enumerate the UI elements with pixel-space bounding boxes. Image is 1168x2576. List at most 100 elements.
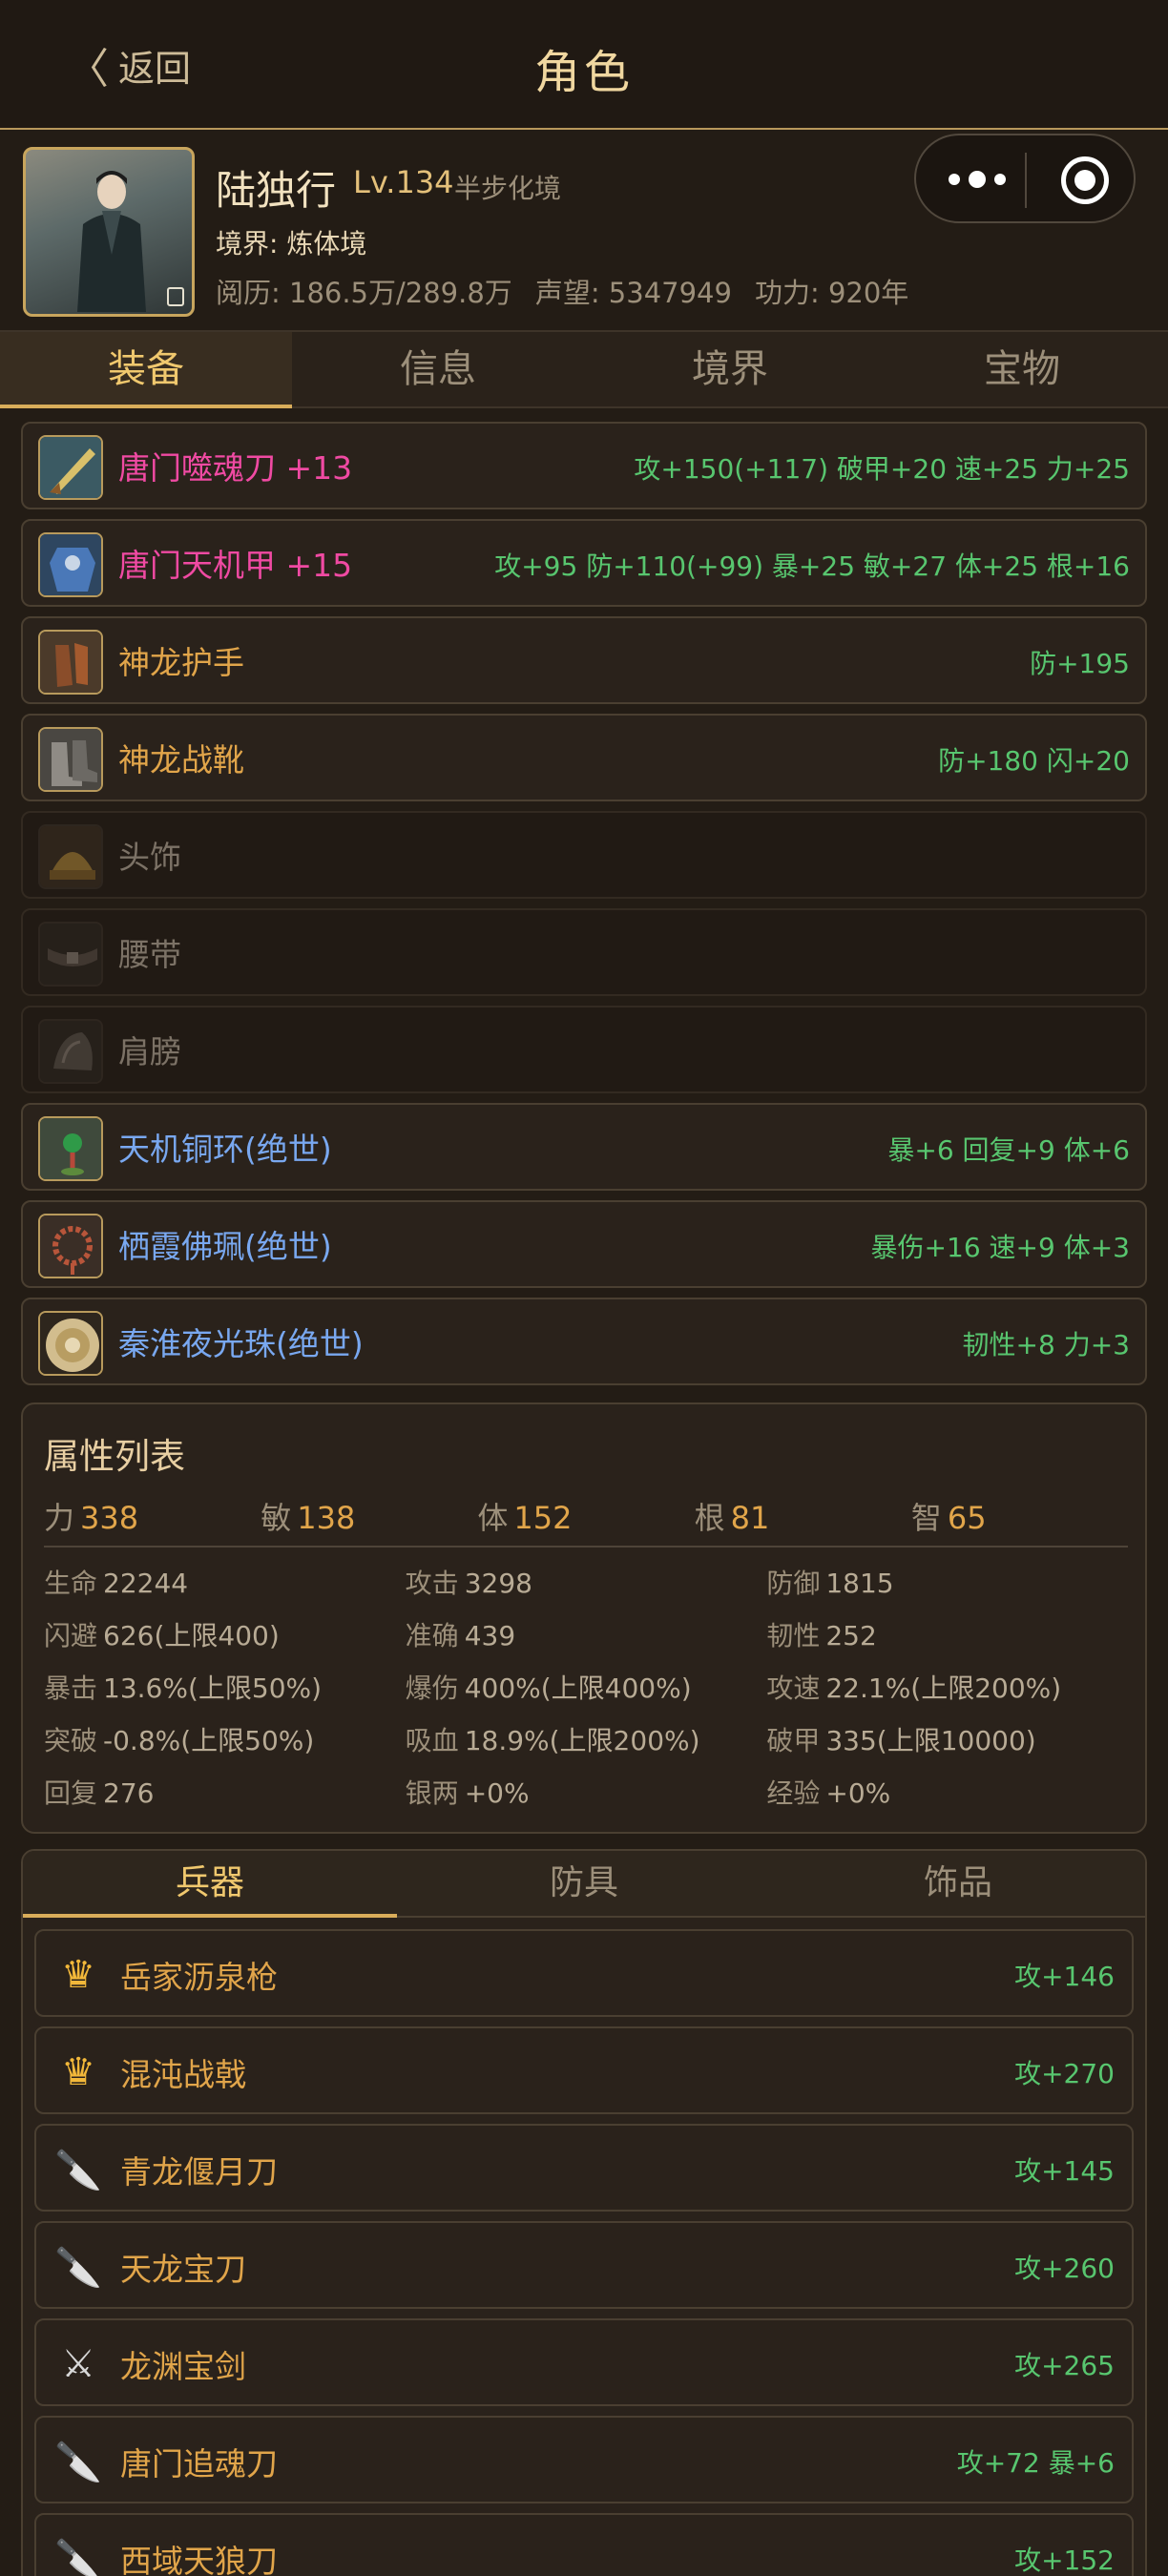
derived-attribute: 防御 1815 xyxy=(766,1563,1128,1615)
inventory-item[interactable]: 🔪 唐门追魂刀 攻+72 暴+6 xyxy=(34,2416,1134,2503)
pearl-icon xyxy=(38,1311,103,1376)
crown-icon: ♛ xyxy=(61,1953,95,1997)
inventory-item[interactable]: ♛ 混沌战戟 攻+270 xyxy=(34,2026,1134,2114)
inventory-item[interactable]: ⚔ 龙渊宝剑 攻+265 xyxy=(34,2318,1134,2406)
equipment-slot-empty[interactable]: 肩膀 xyxy=(21,1006,1147,1093)
equipment-stats: 防+180 闪+20 xyxy=(938,745,1130,777)
attribute-key: 回复 xyxy=(44,1777,98,1809)
attribute-value: 13.6%(上限50%) xyxy=(103,1672,323,1704)
attribute-value: 138 xyxy=(297,1500,356,1536)
item-stats: 攻+270 xyxy=(1014,2058,1115,2089)
attribute-key: 攻速 xyxy=(766,1672,821,1704)
attribute-value: 439 xyxy=(464,1620,516,1652)
attribute-value: 65 xyxy=(947,1500,987,1536)
item-stats: 攻+72 暴+6 xyxy=(956,2447,1115,2479)
tab-realm[interactable]: 境界 xyxy=(584,332,876,406)
equipment-stats: 暴伤+16 速+9 体+3 xyxy=(870,1232,1130,1263)
attribute-key: 银两 xyxy=(405,1777,459,1809)
basic-attribute: 力 338 xyxy=(44,1494,261,1546)
derived-attribute: 爆伤 400%(上限400%) xyxy=(406,1668,767,1720)
equipment-slot[interactable]: 神龙战靴 防+180 闪+20 xyxy=(21,714,1147,801)
attribute-value: 3298 xyxy=(464,1568,532,1599)
derived-attribute: 回复 276 xyxy=(44,1773,406,1825)
profile-stats: 阅历: 186.5万/289.8万 声望: 5347949 功力: 920年 xyxy=(216,271,908,311)
derived-attribute: 生命 22244 xyxy=(44,1563,406,1615)
equipment-name: 天机铜环(绝世) xyxy=(118,1131,332,1168)
attribute-row: 暴击 13.6%(上限50%) 爆伤 400%(上限400%) 攻速 22.1%(上限20… xyxy=(44,1668,1128,1720)
basic-attribute: 根 81 xyxy=(695,1494,911,1546)
inventory-item[interactable]: 🔪 天龙宝刀 攻+260 xyxy=(34,2221,1134,2309)
basic-attributes: 力 338 敏 138 体 152 根 81 智 65 xyxy=(44,1494,1128,1548)
equipment-slot-empty[interactable]: 腰带 xyxy=(21,908,1147,996)
attribute-value: 22244 xyxy=(103,1568,189,1599)
attribute-value: 335(上限10000) xyxy=(825,1725,1036,1756)
helmet-icon xyxy=(38,824,103,889)
tab-info[interactable]: 信息 xyxy=(292,332,584,406)
attribute-row: 回复 276 银两 +0% 经验 +0% xyxy=(44,1773,1128,1825)
attribute-key: 生命 xyxy=(44,1568,98,1599)
blade-icon xyxy=(38,435,103,500)
tab-accessories[interactable]: 饰品 xyxy=(771,1851,1145,1916)
derived-attribute: 暴击 13.6%(上限50%) xyxy=(44,1668,406,1720)
realm-tag: 半步化境 xyxy=(454,173,562,204)
power-stat: 功力: 920年 xyxy=(754,277,909,309)
equipment-slot[interactable]: 唐门天机甲 +15 攻+95 防+110(+99) 暴+25 敏+27 体+25 … xyxy=(21,519,1147,607)
tab-equipment[interactable]: 装备 xyxy=(0,332,292,408)
tab-treasure[interactable]: 宝物 xyxy=(876,332,1168,406)
equipment-slot[interactable]: 唐门噬魂刀 +13 攻+150(+117) 破甲+20 速+25 力+25 xyxy=(21,422,1147,509)
derived-attributes: 生命 22244 攻击 3298 防御 1815 闪避 626(上限400) 准确 439 韧性 25… xyxy=(44,1563,1128,1825)
equipment-name: 神龙护手 xyxy=(118,644,244,681)
attribute-key: 暴击 xyxy=(44,1672,98,1704)
tab-weapons[interactable]: 兵器 xyxy=(23,1851,397,1918)
item-name: 龙渊宝剑 xyxy=(120,2348,246,2385)
main-tabs: 装备 信息 境界 宝物 xyxy=(0,330,1168,408)
equipment-name: 神龙战靴 xyxy=(118,741,244,779)
character-level: Lv.134 xyxy=(353,164,454,200)
inventory-item[interactable]: ♛ 岳家沥泉枪 攻+146 xyxy=(34,1929,1134,2017)
item-name: 唐门追魂刀 xyxy=(120,2445,278,2483)
item-name: 天龙宝刀 xyxy=(120,2251,246,2288)
avatar[interactable] xyxy=(23,147,195,317)
attribute-key: 爆伤 xyxy=(405,1672,459,1704)
attribute-value: 152 xyxy=(513,1500,573,1536)
attribute-value: 338 xyxy=(80,1500,139,1536)
equipment-name: 栖霞佛珮(绝世) xyxy=(118,1228,332,1265)
equipment-slot[interactable]: 栖霞佛珮(绝世) 暴伤+16 速+9 体+3 xyxy=(21,1200,1147,1288)
attribute-value: 18.9%(上限200%) xyxy=(464,1725,700,1756)
boots-icon xyxy=(38,727,103,792)
equipment-slot[interactable]: 天机铜环(绝世) 暴+6 回复+9 体+6 xyxy=(21,1103,1147,1191)
equipment-name: 肩膀 xyxy=(118,1033,181,1070)
attribute-value: 22.1%(上限200%) xyxy=(825,1672,1062,1704)
more-menu-icon[interactable] xyxy=(949,162,1006,197)
derived-attribute: 攻速 22.1%(上限200%) xyxy=(766,1668,1128,1720)
inventory-list: ♛ 岳家沥泉枪 攻+146 ♛ 混沌战戟 攻+270 🔪 青龙偃月刀 攻+145 🔪 天龙宝刀 攻+2… xyxy=(23,1918,1145,2576)
attributes-title: 属性列表 xyxy=(44,1436,185,1477)
equipment-stats: 韧性+8 力+3 xyxy=(962,1329,1130,1361)
equipment-stats: 攻+95 防+110(+99) 暴+25 敏+27 体+25 根+16 xyxy=(494,551,1130,582)
derived-attribute: 银两 +0% xyxy=(406,1773,767,1825)
equipment-slot[interactable]: 秦淮夜光珠(绝世) 韧性+8 力+3 xyxy=(21,1298,1147,1385)
miniprogram-capsule xyxy=(914,134,1136,223)
basic-attribute: 体 152 xyxy=(477,1494,694,1546)
tab-armor[interactable]: 防具 xyxy=(397,1851,771,1916)
basic-attribute: 智 65 xyxy=(911,1494,1128,1546)
close-target-icon[interactable] xyxy=(1061,156,1109,204)
attribute-key: 根 xyxy=(694,1500,725,1536)
inventory-item[interactable]: 🔪 青龙偃月刀 攻+145 xyxy=(34,2124,1134,2212)
equipment-slot-empty[interactable]: 头饰 xyxy=(21,811,1147,899)
item-stats: 攻+146 xyxy=(1014,1961,1115,1992)
attribute-value: +0% xyxy=(825,1777,891,1809)
experience-stat: 阅历: 186.5万/289.8万 xyxy=(216,277,512,309)
basic-attribute: 敏 138 xyxy=(261,1494,477,1546)
equipment-slot[interactable]: 神龙护手 防+195 xyxy=(21,616,1147,704)
attributes-panel: 属性列表 力 338 敏 138 体 152 根 81 智 65 生命 22244 攻击 3298 防御 1… xyxy=(21,1402,1147,1834)
attribute-key: 突破 xyxy=(44,1725,98,1756)
item-name: 西域天狼刀 xyxy=(120,2543,278,2576)
attribute-value: -0.8%(上限50%) xyxy=(103,1725,315,1756)
item-stats: 攻+265 xyxy=(1014,2350,1115,2381)
attribute-row: 生命 22244 攻击 3298 防御 1815 xyxy=(44,1563,1128,1615)
knife-icon: 🔪 xyxy=(54,2148,102,2192)
inventory-panel: 兵器 防具 饰品 ♛ 岳家沥泉枪 攻+146 ♛ 混沌战戟 攻+270 🔪 青龙偃月刀 攻+14… xyxy=(21,1849,1147,2576)
derived-attribute: 破甲 335(上限10000) xyxy=(766,1720,1128,1773)
inventory-item[interactable]: 🔪 西域天狼刀 攻+152 xyxy=(34,2513,1134,2576)
